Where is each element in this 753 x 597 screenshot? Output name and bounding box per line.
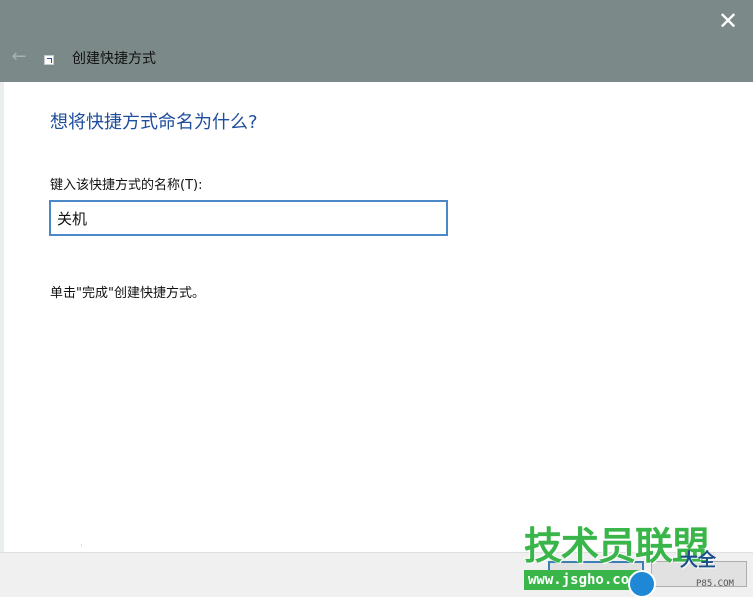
shortcut-icon [44,55,54,65]
create-shortcut-window: ✕ ← 创建快捷方式 想将快捷方式命名为什么? 键入该快捷方式的名称(T): 单… [0,0,753,597]
window-title: 创建快捷方式 [72,51,156,67]
close-icon[interactable]: ✕ [711,4,745,38]
title-bar: ✕ ← 创建快捷方式 [0,0,753,82]
page-heading: 想将快捷方式命名为什么? [50,112,258,133]
back-arrow-icon[interactable]: ← [8,46,30,68]
finish-button[interactable] [548,561,644,587]
resize-grip: ⋅ [80,541,83,550]
name-field-label: 键入该快捷方式的名称(T): [50,178,203,193]
finish-hint-text: 单击"完成"创建快捷方式。 [50,286,205,301]
cancel-button[interactable] [651,561,747,587]
wizard-content [4,82,753,552]
shortcut-name-input[interactable] [49,200,448,236]
